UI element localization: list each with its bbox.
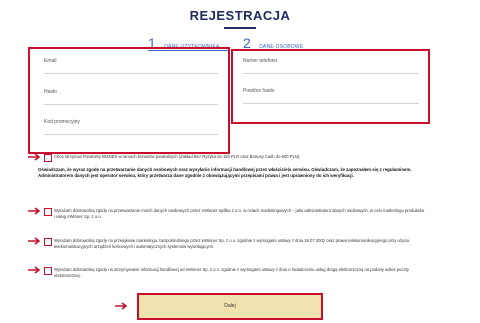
- step-indicator-2: 2 DANE OSOBOWE: [243, 35, 323, 51]
- title-underline: [224, 27, 256, 29]
- declaration-text: Oświadczam, że wyraz zgodę na przetwarza…: [38, 167, 412, 179]
- repeat-password-input[interactable]: [243, 93, 415, 101]
- arrow-right-icon: [28, 237, 41, 245]
- email-input[interactable]: [44, 63, 214, 71]
- marketing-consent-text: Wyrażam dobrowolną zgodę na przetwarzani…: [54, 208, 425, 219]
- email-underline: [44, 73, 218, 74]
- email-marketing-consent-text: Wyrażam dobrowolną zgodę na otrzymywanie…: [54, 267, 409, 278]
- promo-code-underline: [44, 134, 218, 135]
- arrow-right-icon: [28, 266, 41, 274]
- telecom-consent-text: Wyrażam dobrowolną zgodę na przesyłanie …: [54, 238, 410, 249]
- promo-code-input[interactable]: [44, 124, 214, 132]
- user-data-section: Email Hasło Kod promocyjny: [28, 47, 230, 154]
- telecom-consent-checkbox[interactable]: [44, 238, 52, 246]
- next-button[interactable]: Dalej: [137, 293, 323, 320]
- arrow-right-icon: [28, 153, 41, 161]
- password-underline: [44, 104, 218, 105]
- marketing-consent-checkbox[interactable]: [44, 208, 52, 216]
- bonus-consent-text: Chcę otrzymać Powitalny BIZNES w ramach …: [54, 154, 301, 159]
- arrow-right-icon: [28, 207, 41, 215]
- email-marketing-consent-checkbox[interactable]: [44, 267, 52, 275]
- phone-input[interactable]: [243, 63, 415, 71]
- page-title: REJESTRACJA: [189, 8, 291, 23]
- password-input[interactable]: [44, 94, 214, 102]
- personal-data-section: Numer telefonu Powtórz hasło: [231, 49, 430, 124]
- phone-underline: [243, 73, 419, 74]
- repeat-password-underline: [243, 103, 419, 104]
- bonus-consent-checkbox[interactable]: [44, 154, 52, 162]
- arrow-right-icon: [115, 302, 128, 310]
